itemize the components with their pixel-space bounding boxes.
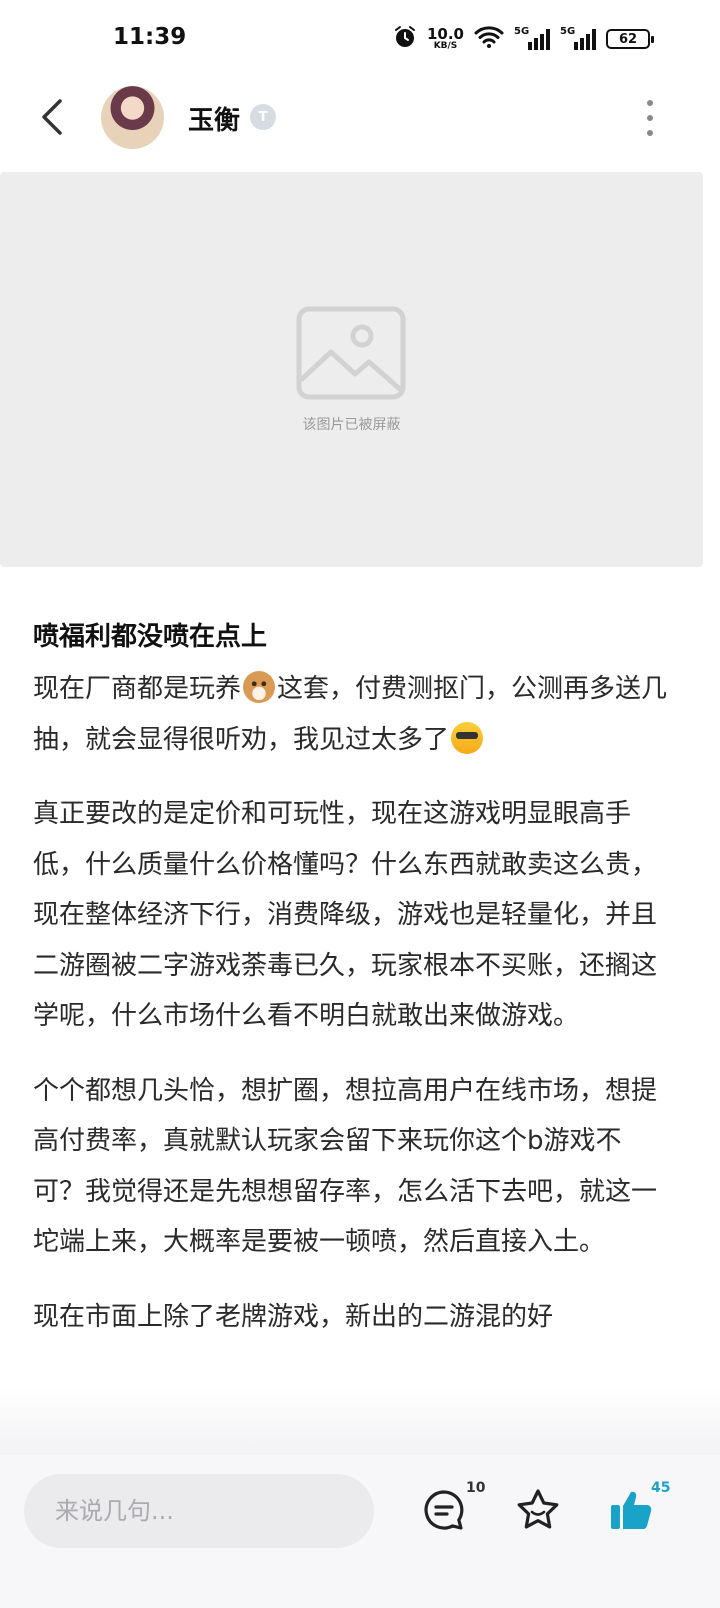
status-time: 11:39 bbox=[113, 24, 187, 50]
post-paragraph: 现在市面上除了老牌游戏，新出的二游混的好 bbox=[33, 1301, 554, 1332]
blocked-image-text: 该图片已被屏蔽 bbox=[302, 417, 401, 433]
blocked-image[interactable]: 该图片已被屏蔽 bbox=[0, 172, 703, 567]
post-paragraph: 现在厂商都是玩养 这套，付费测抠门，公测再多送几抽，就会显得很听劝，我见过太多了 bbox=[33, 664, 673, 765]
signal-1-label: 5G bbox=[514, 26, 530, 37]
signal-2-label: 5G bbox=[560, 26, 576, 37]
net-speed-unit: KB/S bbox=[433, 41, 458, 51]
more-button[interactable] bbox=[640, 100, 660, 136]
wifi-icon bbox=[474, 25, 504, 53]
alarm-icon bbox=[393, 25, 417, 53]
post-title: 喷福利都没喷在点上 bbox=[33, 622, 268, 652]
back-arrow-icon bbox=[42, 99, 62, 135]
bottom-action-bar: 来说几句... 10 45 bbox=[0, 1455, 720, 1608]
like-count: 45 bbox=[651, 1480, 671, 1496]
cool-sweat-emoji-icon bbox=[451, 721, 484, 754]
battery-level: 62 bbox=[618, 31, 638, 47]
back-button[interactable] bbox=[30, 95, 74, 139]
avatar[interactable] bbox=[101, 86, 164, 149]
comment-count: 10 bbox=[466, 1480, 486, 1496]
battery-icon: 62 bbox=[606, 29, 654, 49]
image-placeholder-icon bbox=[296, 306, 406, 400]
comment-input[interactable]: 来说几句... bbox=[24, 1474, 374, 1548]
status-bar: 11:39 10.0 KB/S 5G 5G 62 bbox=[0, 0, 720, 80]
post-body: 现在厂商都是玩养 这套，付费测抠门，公测再多送几抽，就会显得很听劝，我见过太多了 … bbox=[33, 664, 673, 1366]
favorite-button[interactable] bbox=[508, 1480, 568, 1540]
post-paragraph: 个个都想几头恰，想扩圈，想拉高用户在线市场，想提高付费率，真就默认玩家会留下来玩… bbox=[33, 1075, 658, 1258]
thumbs-up-icon bbox=[611, 1491, 652, 1529]
post-header: 玉衡 T bbox=[0, 80, 720, 172]
more-vertical-icon bbox=[647, 100, 653, 106]
dog-emoji-icon bbox=[243, 671, 276, 703]
signal-icon: 5G bbox=[560, 26, 596, 50]
post-text: 现在厂商都是玩养 bbox=[33, 674, 242, 704]
signal-icon: 5G bbox=[514, 26, 550, 50]
net-speed: 10.0 KB/S bbox=[427, 27, 464, 51]
net-speed-value: 10.0 bbox=[426, 25, 464, 43]
content-fade bbox=[0, 1386, 720, 1456]
star-icon bbox=[517, 1489, 559, 1529]
author-name[interactable]: 玉衡 bbox=[188, 100, 240, 137]
comment-icon bbox=[424, 1490, 464, 1530]
comment-button[interactable] bbox=[414, 1480, 474, 1540]
level-badge: T bbox=[250, 104, 276, 130]
post-paragraph: 真正要改的是定价和可玩性，现在这游戏明显眼高手低，什么质量什么价格懂吗？什么东西… bbox=[33, 799, 658, 1031]
status-icons: 10.0 KB/S 5G 5G 62 bbox=[393, 22, 654, 56]
